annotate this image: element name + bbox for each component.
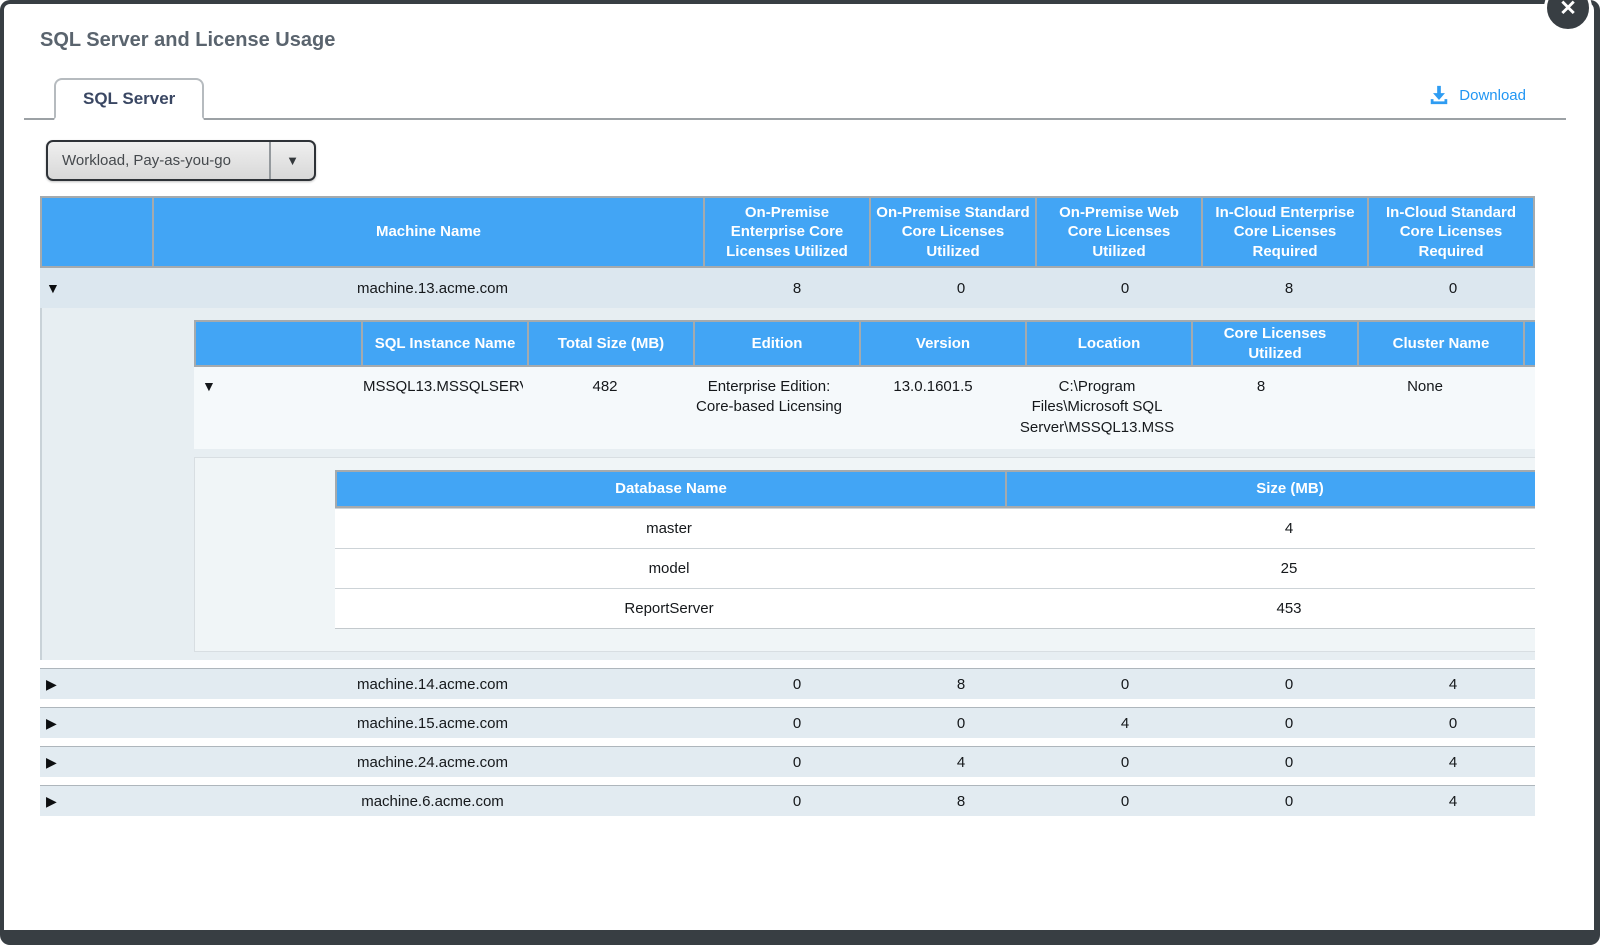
column-header-cluster-name: Cluster Name <box>1359 322 1523 365</box>
value-cell: 0 <box>715 793 879 810</box>
value-cell: 0 <box>1207 754 1371 771</box>
value-cell: 8 <box>1207 280 1371 297</box>
database-row: master 4 <box>335 508 1535 548</box>
database-name: model <box>335 560 1003 577</box>
database-size: 25 <box>1003 560 1535 577</box>
instance-table-header: SQL Instance Name Total Size (MB) Editio… <box>194 320 1535 367</box>
main-table-header: Machine Name On-Premise Enterprise Core … <box>40 196 1535 268</box>
screen: SQL Server and License Usage SQL Server … <box>0 0 1600 945</box>
collapse-row-icon[interactable]: ▼ <box>40 280 150 296</box>
download-label: Download <box>1459 87 1526 104</box>
column-header-database-name: Database Name <box>337 472 1005 506</box>
database-name: ReportServer <box>335 600 1003 617</box>
value-cell: 8 <box>715 280 879 297</box>
database-name: master <box>335 520 1003 537</box>
database-size: 4 <box>1003 520 1535 537</box>
database-table: Database Name Size (MB) master 4 model 2… <box>335 470 1535 629</box>
instance-expanded-detail: Database Name Size (MB) master 4 model 2… <box>194 457 1535 652</box>
machine-13-expanded-detail: SQL Instance Name Total Size (MB) Editio… <box>40 308 1535 660</box>
machine-name: machine.15.acme.com <box>150 715 715 732</box>
instance-total-size: 482 <box>523 377 687 397</box>
column-header-total-size: Total Size (MB) <box>529 322 693 365</box>
value-cell: 0 <box>1371 715 1535 732</box>
value-cell: 8 <box>879 793 1043 810</box>
machine-row-expanded[interactable]: ▼ machine.13.acme.com 8 0 0 8 0 <box>40 268 1535 308</box>
instance-edition: Enterprise Edition: Core-based Licensing <box>687 377 851 418</box>
instance-core-licenses: 8 <box>1179 377 1343 397</box>
column-header-incloud-standard: In-Cloud Standard Core Licenses Required <box>1369 198 1533 266</box>
column-header-location: Location <box>1027 322 1191 365</box>
column-header-incloud-enterprise: In-Cloud Enterprise Core Licenses Requir… <box>1203 198 1367 266</box>
machine-name: machine.14.acme.com <box>150 676 715 693</box>
tab-bar: SQL Server Download <box>24 78 1566 120</box>
column-header-onprem-web: On-Premise Web Core Licenses Utilized <box>1037 198 1201 266</box>
database-row: model 25 <box>335 548 1535 588</box>
value-cell: 0 <box>1207 793 1371 810</box>
value-cell: 0 <box>1043 676 1207 693</box>
value-cell: 0 <box>715 676 879 693</box>
value-cell: 0 <box>879 715 1043 732</box>
value-cell: 0 <box>1043 793 1207 810</box>
sql-instance-row[interactable]: ▼ MSSQL13.MSSQLSERV 482 Enterprise Editi… <box>194 367 1535 449</box>
page-title: SQL Server and License Usage <box>40 29 335 52</box>
column-header-version: Version <box>861 322 1025 365</box>
value-cell: 4 <box>1371 793 1535 810</box>
sql-license-usage-panel: SQL Server and License Usage SQL Server … <box>0 0 1600 945</box>
value-cell: 0 <box>879 280 1043 297</box>
machine-row[interactable]: ▶ machine.24.acme.com 0 4 0 0 4 <box>40 746 1535 777</box>
expand-column-header <box>196 322 361 365</box>
download-button[interactable]: Download <box>1428 84 1526 106</box>
instance-version: 13.0.1601.5 <box>851 377 1015 397</box>
database-table-header: Database Name Size (MB) <box>335 470 1535 508</box>
column-header-size: Size (MB) <box>1007 472 1535 506</box>
value-cell: 0 <box>715 754 879 771</box>
machine-row[interactable]: ▶ machine.15.acme.com 0 0 4 0 0 <box>40 707 1535 738</box>
collapse-instance-icon[interactable]: ▼ <box>194 377 359 396</box>
sql-instance-table: SQL Instance Name Total Size (MB) Editio… <box>194 320 1535 652</box>
expand-row-icon[interactable]: ▶ <box>40 793 150 810</box>
value-cell: 0 <box>1207 676 1371 693</box>
value-cell: 4 <box>1371 754 1535 771</box>
value-cell: 4 <box>1043 715 1207 732</box>
column-header-onprem-standard: On-Premise Standard Core Licenses Utiliz… <box>871 198 1035 266</box>
tab-sql-server[interactable]: SQL Server <box>54 78 204 120</box>
column-header-instance-name: SQL Instance Name <box>363 322 527 365</box>
value-cell: 0 <box>1207 715 1371 732</box>
instance-cluster-name: None <box>1343 377 1507 397</box>
machine-name: machine.6.acme.com <box>150 793 715 810</box>
value-cell: 0 <box>1043 280 1207 297</box>
machine-name: machine.24.acme.com <box>150 754 715 771</box>
machine-row[interactable]: ▶ machine.6.acme.com 0 8 0 0 4 <box>40 785 1535 816</box>
value-cell: 8 <box>879 676 1043 693</box>
value-cell: 4 <box>879 754 1043 771</box>
database-row: ReportServer 453 <box>335 588 1535 628</box>
value-cell: 0 <box>1043 754 1207 771</box>
expand-row-icon[interactable]: ▶ <box>40 715 150 732</box>
workload-filter-dropdown[interactable]: Workload, Pay-as-you-go ▼ <box>46 140 316 181</box>
expand-row-icon[interactable]: ▶ <box>40 676 150 693</box>
license-usage-table: Machine Name On-Premise Enterprise Core … <box>40 196 1535 816</box>
instance-location: C:\Program Files\Microsoft SQL Server\MS… <box>1015 377 1179 438</box>
column-header-edition: Edition <box>695 322 859 365</box>
download-icon <box>1428 84 1450 106</box>
value-cell: 4 <box>1371 676 1535 693</box>
database-size: 453 <box>1003 600 1535 617</box>
dropdown-arrow-icon[interactable]: ▼ <box>269 142 314 179</box>
machine-name: machine.13.acme.com <box>150 280 715 297</box>
instance-name: MSSQL13.MSSQLSERV <box>359 377 523 397</box>
column-header-onprem-enterprise: On-Premise Enterprise Core Licenses Util… <box>705 198 869 266</box>
value-cell: 0 <box>1371 280 1535 297</box>
expand-row-icon[interactable]: ▶ <box>40 754 150 771</box>
column-header-core-licenses: Core Licenses Utilized <box>1193 322 1357 365</box>
dropdown-selected-value: Workload, Pay-as-you-go <box>48 142 269 179</box>
truncated-column-header <box>1525 322 1535 365</box>
value-cell: 0 <box>715 715 879 732</box>
machine-row[interactable]: ▶ machine.14.acme.com 0 8 0 0 4 <box>40 668 1535 699</box>
column-header-machine-name: Machine Name <box>154 198 703 266</box>
expand-column-header <box>42 198 152 266</box>
